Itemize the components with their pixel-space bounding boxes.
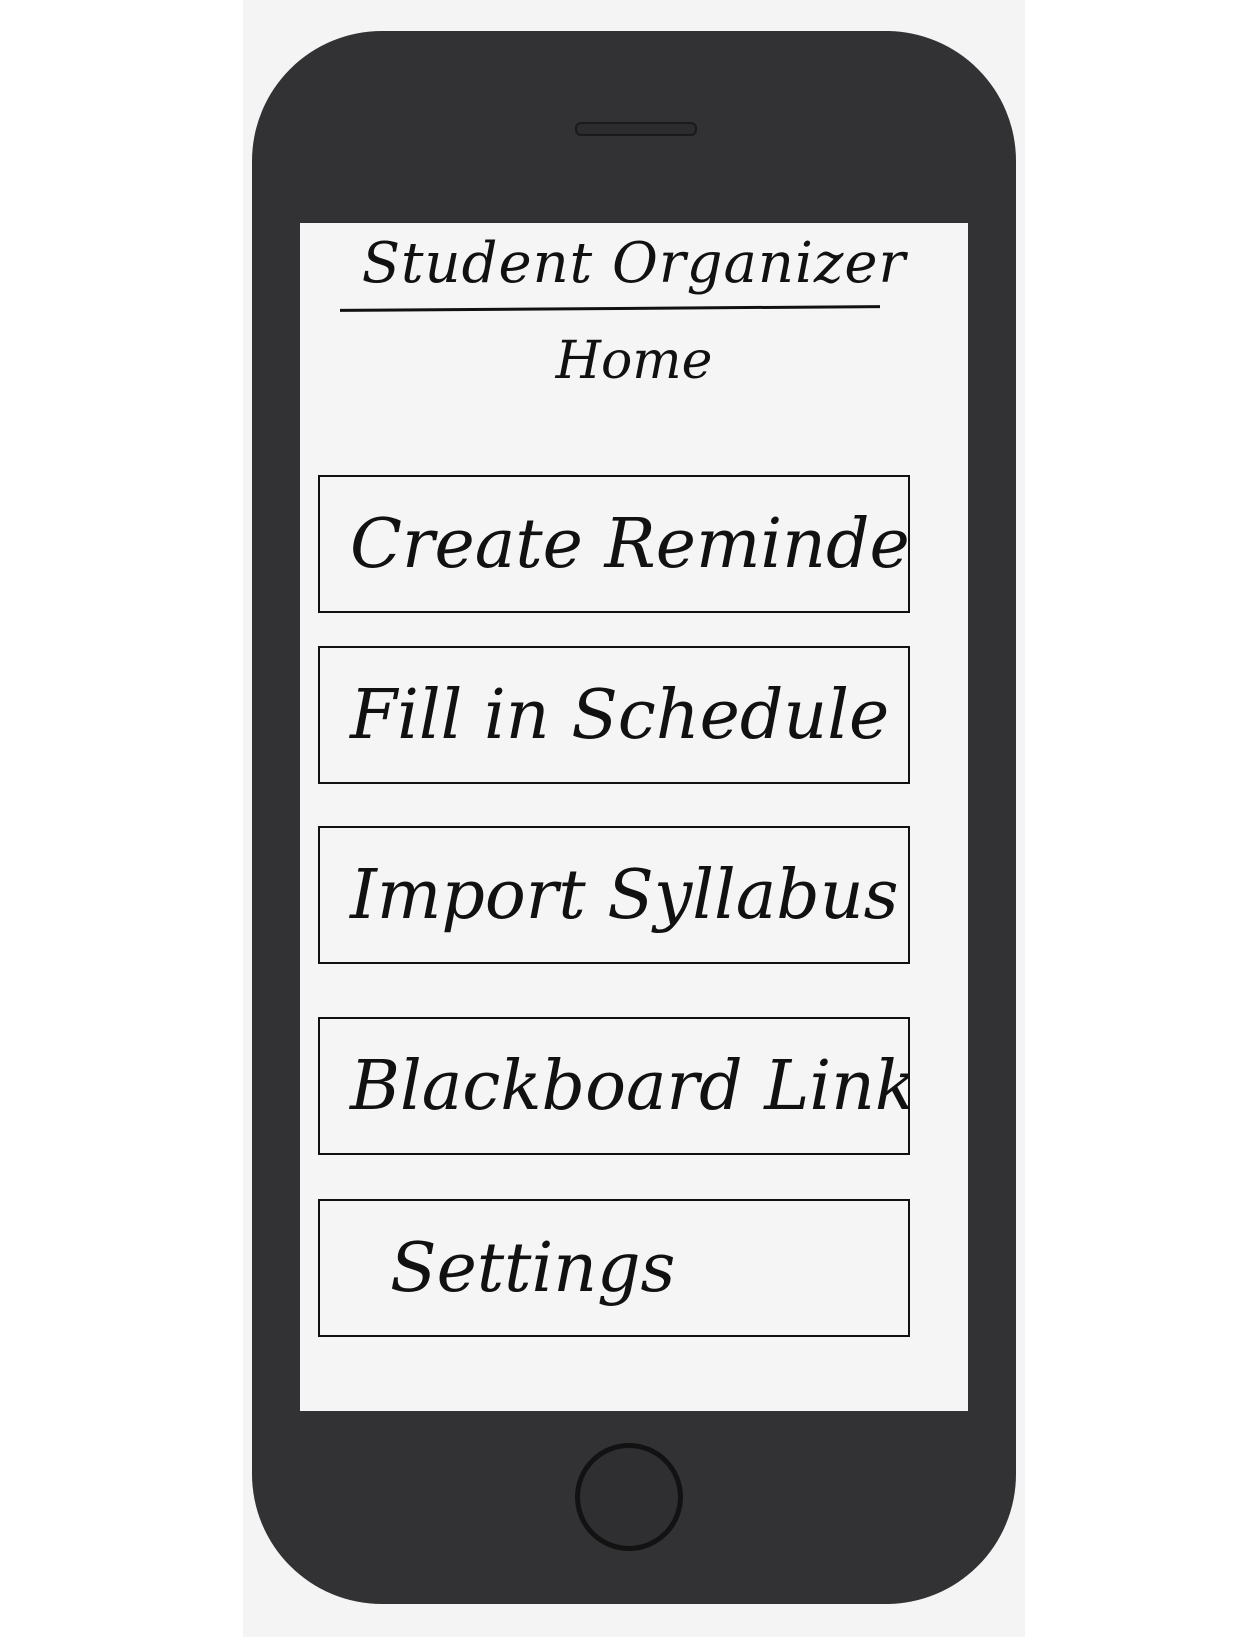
fill-in-schedule-label: Fill in Schedule [350, 675, 890, 755]
settings-button[interactable]: Settings [318, 1199, 910, 1337]
title-underline [339, 305, 881, 312]
create-reminder-label: Create Reminder [350, 504, 910, 584]
blackboard-link-button[interactable]: Blackboard Link [318, 1017, 910, 1155]
app-title: Student Organizer [361, 231, 907, 296]
create-reminder-button[interactable]: Create Reminder [318, 475, 910, 613]
phone-screen: Student Organizer Home Create Reminder F… [300, 223, 968, 1411]
home-button[interactable] [575, 1443, 683, 1551]
blackboard-link-label: Blackboard Link [350, 1046, 910, 1126]
import-syllabus-button[interactable]: Import Syllabus [318, 826, 910, 964]
import-syllabus-label: Import Syllabus [350, 855, 899, 935]
page-title: Home [555, 331, 713, 391]
settings-label: Settings [390, 1228, 676, 1308]
speaker-slot [575, 122, 697, 136]
phone-frame: Student Organizer Home Create Reminder F… [252, 31, 1016, 1604]
fill-in-schedule-button[interactable]: Fill in Schedule [318, 646, 910, 784]
